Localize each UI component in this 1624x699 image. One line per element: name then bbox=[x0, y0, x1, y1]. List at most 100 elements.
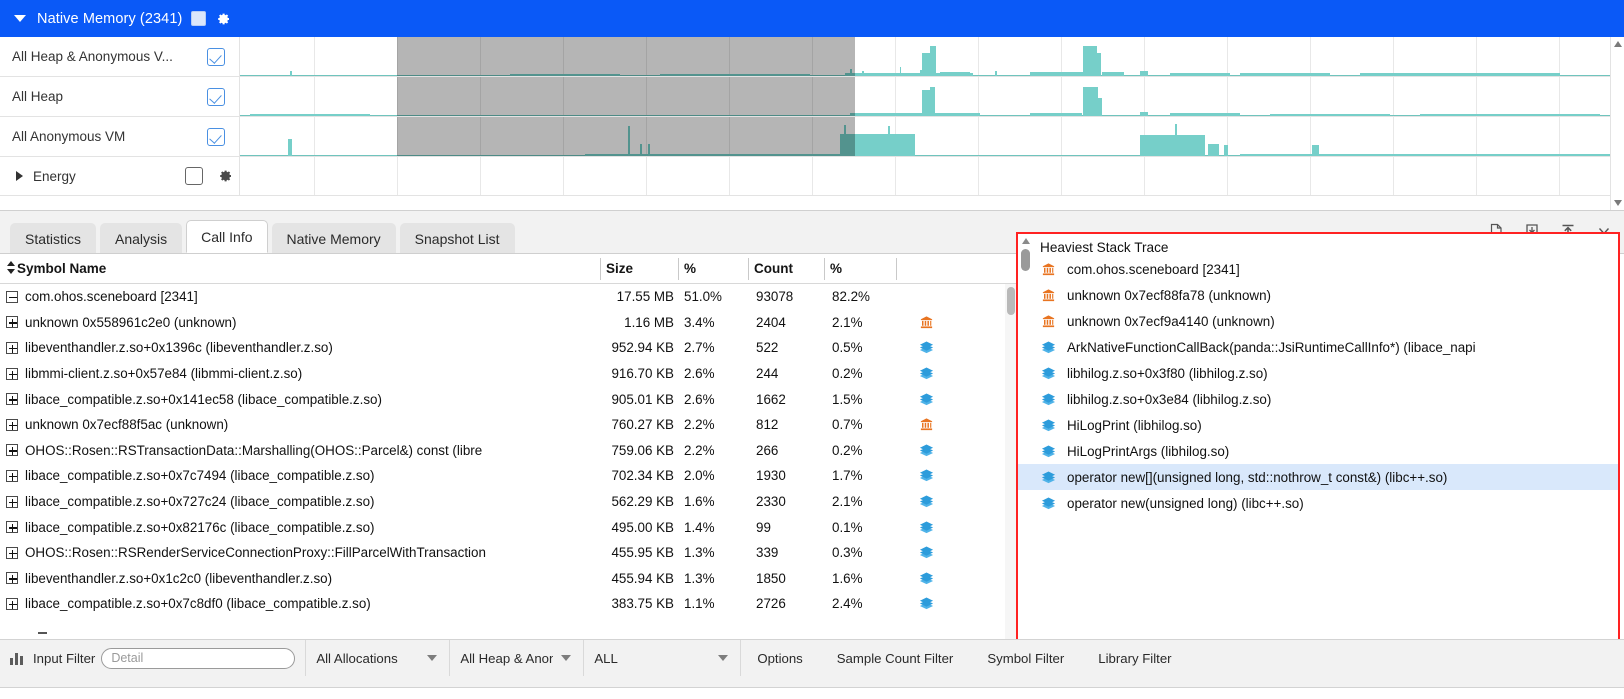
chevron-down-icon[interactable] bbox=[427, 655, 438, 661]
track-row-checkbox[interactable] bbox=[207, 47, 225, 66]
search-input[interactable]: Detail bbox=[101, 647, 296, 669]
column-header-size[interactable]: Size bbox=[600, 254, 678, 284]
stack-icon bbox=[1040, 392, 1057, 407]
table-row[interactable]: libace_compatible.z.so+0x7c7494 (libace_… bbox=[0, 463, 1016, 489]
stack-frame-row[interactable]: ArkNativeFunctionCallBack(panda::JsiRunt… bbox=[1018, 334, 1618, 360]
stack-frame-row[interactable]: HiLogPrint (libhilog.so) bbox=[1018, 412, 1618, 438]
expand-icon[interactable] bbox=[6, 597, 18, 610]
timeline-scrollbar[interactable] bbox=[1610, 37, 1624, 210]
tab-native-memory[interactable]: Native Memory bbox=[271, 223, 396, 253]
allocation-type-select[interactable]: All Allocations bbox=[306, 640, 449, 676]
table-header-row: Symbol Name Size % Count % bbox=[0, 254, 1016, 284]
track-row-checkbox[interactable] bbox=[185, 167, 203, 185]
chevron-down-icon[interactable] bbox=[718, 655, 729, 661]
table-row[interactable]: libace_compatible.z.so+0x82176c (libace_… bbox=[0, 514, 1016, 540]
heap-type-value: All Heap & Anonymo bbox=[460, 650, 554, 666]
expand-icon[interactable] bbox=[6, 316, 18, 329]
column-header-symbol-name[interactable]: Symbol Name bbox=[0, 254, 600, 284]
track-row-energy[interactable]: Energy bbox=[0, 157, 1624, 196]
column-header-flag[interactable] bbox=[896, 254, 956, 284]
expand-icon[interactable] bbox=[6, 341, 18, 354]
cell-count: 522 bbox=[756, 340, 779, 356]
library-filter-button[interactable]: Library Filter bbox=[1088, 651, 1181, 666]
cell-count: 244 bbox=[756, 366, 779, 382]
expand-icon[interactable] bbox=[6, 444, 18, 457]
caret-right-icon[interactable] bbox=[16, 171, 23, 181]
cell-symbol-name: com.ohos.sceneboard [2341] bbox=[0, 284, 600, 310]
scope-select[interactable]: ALL bbox=[584, 640, 740, 676]
expand-icon[interactable] bbox=[6, 495, 18, 508]
caret-down-icon[interactable] bbox=[14, 15, 26, 22]
cell-count-percent: 0.5% bbox=[832, 340, 863, 356]
stack-frame-row[interactable]: operator new[](unsigned long, std::nothr… bbox=[1018, 464, 1618, 490]
track-row-all-anonymous-vm[interactable]: All Anonymous VM bbox=[0, 117, 1624, 157]
symbol-filter-button[interactable]: Symbol Filter bbox=[977, 651, 1074, 666]
tab-call-info[interactable]: Call Info bbox=[186, 220, 268, 253]
chevron-down-icon[interactable] bbox=[561, 655, 572, 661]
track-row-checkbox[interactable] bbox=[207, 87, 225, 106]
column-label: Symbol Name bbox=[17, 261, 107, 276]
table-row[interactable]: libmmi-client.z.so+0x57e84 (libmmi-clien… bbox=[0, 361, 1016, 387]
cell-symbol-name: libeventhandler.z.so+0x1396c (libeventha… bbox=[0, 335, 600, 361]
table-row[interactable]: libeventhandler.z.so+0x1c2c0 (libeventha… bbox=[0, 566, 1016, 592]
stack-frame-row[interactable]: unknown 0x7ecf9a4140 (unknown) bbox=[1018, 308, 1618, 334]
expand-icon[interactable] bbox=[6, 572, 18, 585]
expand-icon[interactable] bbox=[6, 546, 18, 559]
track-row-chart[interactable] bbox=[240, 77, 1624, 116]
native-memory-track-header[interactable]: Native Memory (2341) bbox=[0, 0, 1624, 37]
column-header-size-percent[interactable]: % bbox=[678, 254, 748, 284]
table-scrollbar[interactable] bbox=[1005, 284, 1016, 639]
track-row-checkbox[interactable] bbox=[207, 127, 225, 146]
track-row-all-heap[interactable]: All Heap bbox=[0, 77, 1624, 117]
track-row-chart[interactable] bbox=[240, 37, 1624, 76]
column-header-count[interactable]: Count bbox=[748, 254, 824, 284]
input-filter-label: Input Filter bbox=[33, 650, 96, 666]
track-row-label-cell: All Heap bbox=[0, 77, 240, 116]
table-row[interactable]: libace_compatible.z.so+0x141ec58 (libace… bbox=[0, 386, 1016, 412]
stack-frame-row[interactable]: libhilog.z.so+0x3f80 (libhilog.z.so) bbox=[1018, 360, 1618, 386]
expand-icon[interactable] bbox=[6, 418, 18, 431]
expand-icon[interactable] bbox=[6, 469, 18, 482]
track-row-chart[interactable] bbox=[240, 117, 1624, 156]
stack-frame-row[interactable]: unknown 0x7ecf88fa78 (unknown) bbox=[1018, 282, 1618, 308]
cell-flag-icon bbox=[896, 386, 956, 412]
table-row[interactable]: com.ohos.sceneboard [2341] 17.55 MB 51.0% 9… bbox=[0, 284, 1016, 310]
stack-frame-row[interactable]: libhilog.z.so+0x3e84 (libhilog.z.so) bbox=[1018, 386, 1618, 412]
stack-frame-row[interactable]: HiLogPrintArgs (libhilog.so) bbox=[1018, 438, 1618, 464]
heaviest-stack-trace-panel: Heaviest Stack Trace com.ohos.sceneboard… bbox=[1016, 232, 1620, 646]
expand-icon[interactable] bbox=[6, 521, 18, 534]
track-row-chart[interactable] bbox=[240, 157, 1624, 195]
cell-count-percent: 1.7% bbox=[832, 468, 863, 484]
gear-icon[interactable] bbox=[217, 168, 233, 184]
track-title: Native Memory (2341) bbox=[37, 10, 183, 27]
cell-size-percent: 1.3% bbox=[684, 570, 715, 586]
table-row[interactable]: unknown 0x558961c2e0 (unknown) 1.16 MB 3.4… bbox=[0, 310, 1016, 336]
scroll-down-icon[interactable] bbox=[1614, 200, 1622, 206]
track-row-all-heap-anonymous-vm[interactable]: All Heap & Anonymous V... bbox=[0, 37, 1624, 77]
expand-icon[interactable] bbox=[6, 393, 18, 406]
tab-snapshot-list[interactable]: Snapshot List bbox=[399, 223, 515, 253]
expand-icon[interactable] bbox=[6, 367, 18, 380]
gear-icon[interactable] bbox=[215, 11, 231, 27]
table-row[interactable]: libace_compatible.z.so+0x727c24 (libace_… bbox=[0, 489, 1016, 515]
table-row[interactable]: unknown 0x7ecf88f5ac (unknown) 760.27 KB 2… bbox=[0, 412, 1016, 438]
tab-analysis[interactable]: Analysis bbox=[100, 223, 183, 253]
track-checkbox[interactable] bbox=[191, 11, 207, 26]
table-row[interactable]: OHOS::Rosen::RSTransactionData::Marshall… bbox=[0, 438, 1016, 464]
cell-flag-icon bbox=[896, 566, 956, 592]
column-header-count-percent[interactable]: % bbox=[824, 254, 896, 284]
collapse-icon[interactable] bbox=[6, 290, 18, 303]
sample-count-filter-button[interactable]: Sample Count Filter bbox=[827, 651, 964, 666]
cell-size: 759.06 KB bbox=[611, 442, 674, 458]
table-scrollbar-thumb[interactable] bbox=[1006, 287, 1015, 315]
heap-type-select[interactable]: All Heap & Anonymo bbox=[450, 640, 583, 676]
options-button[interactable]: Options bbox=[747, 651, 812, 666]
table-row[interactable]: libace_compatible.z.so+0x7c8df0 (libace_… bbox=[0, 591, 1016, 617]
table-row[interactable]: libeventhandler.z.so+0x1396c (libeventha… bbox=[0, 335, 1016, 361]
table-row[interactable]: OHOS::Rosen::RSRenderServiceConnectionPr… bbox=[0, 540, 1016, 566]
stack-frame-row[interactable]: operator new(unsigned long) (libc++.so) bbox=[1018, 490, 1618, 516]
cell-count-percent: 0.2% bbox=[832, 366, 863, 382]
tab-statistics[interactable]: Statistics bbox=[10, 223, 97, 253]
scroll-up-icon[interactable] bbox=[1614, 41, 1622, 47]
stack-frame-row[interactable]: com.ohos.sceneboard [2341] bbox=[1018, 256, 1618, 282]
